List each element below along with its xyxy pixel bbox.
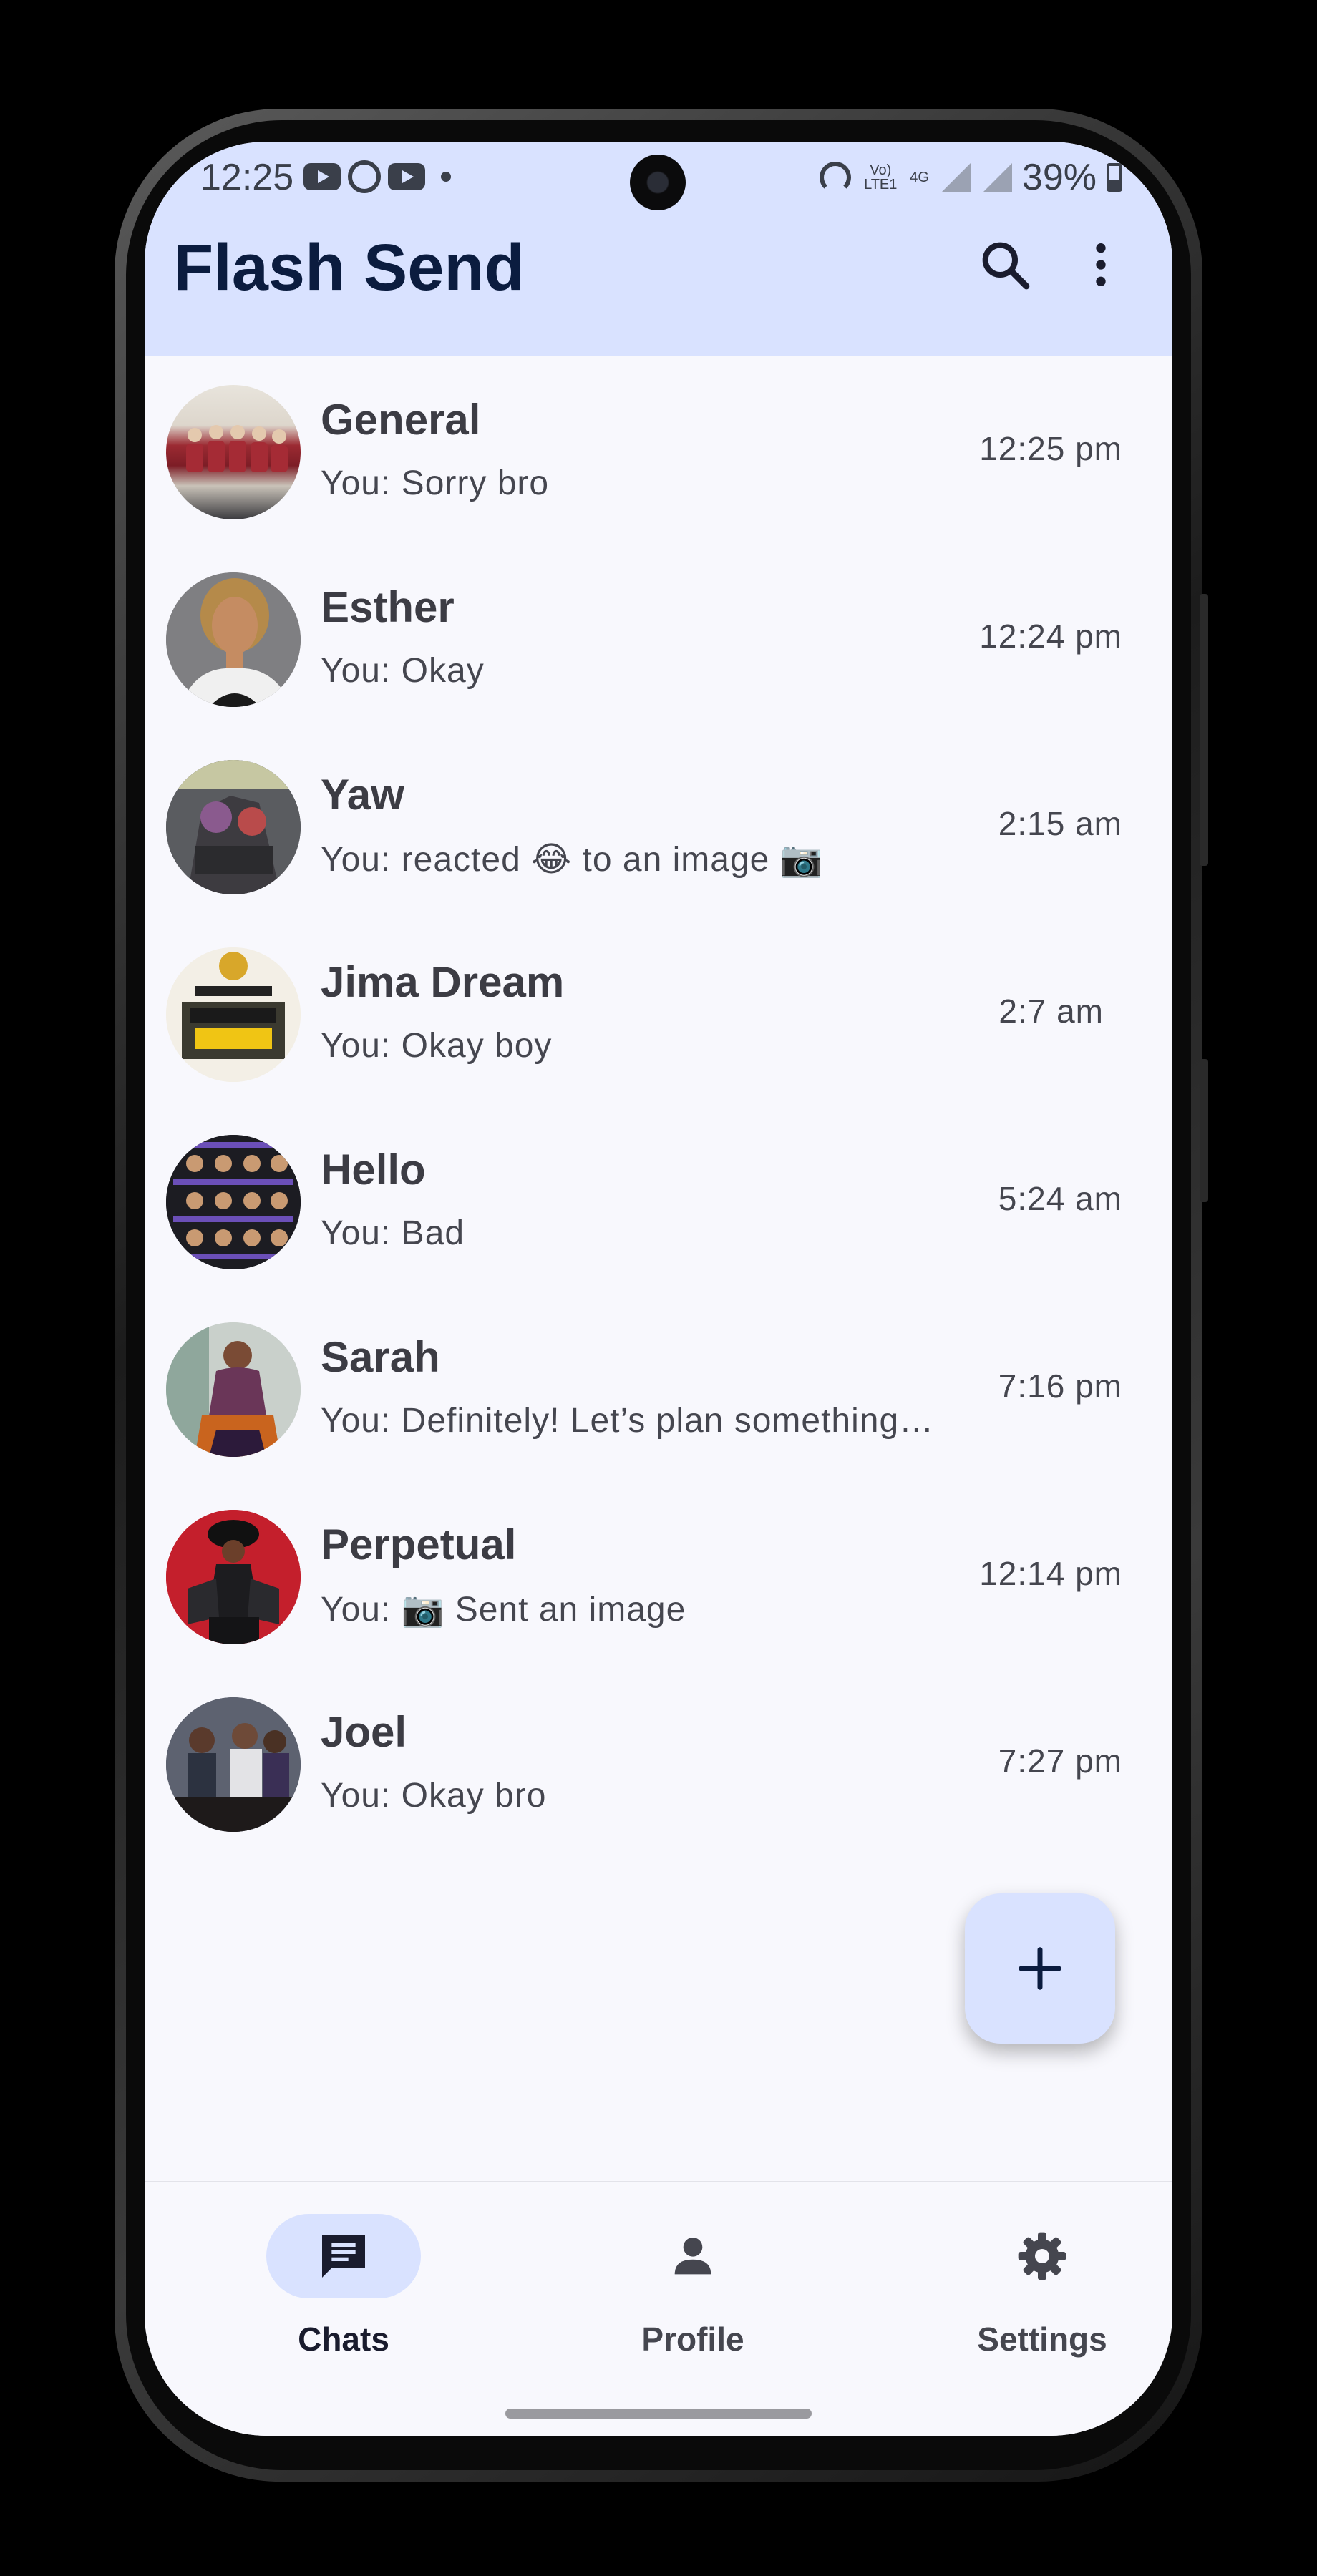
home-indicator[interactable] — [505, 2409, 812, 2419]
avatar — [166, 1510, 301, 1644]
avatar — [166, 572, 301, 707]
battery-icon — [1107, 163, 1122, 192]
status-time: 12:25 — [200, 157, 294, 198]
chat-name: General — [321, 396, 481, 444]
chat-preview: You: Okay — [321, 652, 485, 690]
signal-icon — [939, 163, 971, 192]
whatsapp-icon — [348, 160, 381, 193]
chat-time: 7:27 pm — [998, 1742, 1122, 1780]
bottom-navigation: Chats Profile Settings — [145, 2181, 1172, 2436]
nav-icon-container — [965, 2214, 1119, 2298]
chat-item-yaw[interactable]: Yaw You: reacted 😂 to an image 📷 2:15 am — [145, 733, 1172, 920]
nav-label: Chats — [298, 2321, 389, 2358]
avatar — [166, 1697, 301, 1832]
chat-preview: You: Okay bro — [321, 1777, 547, 1815]
volume-button — [1200, 594, 1208, 866]
nav-icon-container — [616, 2214, 770, 2298]
more-options-button[interactable] — [1065, 229, 1137, 301]
power-button — [1200, 1059, 1208, 1202]
search-button[interactable] — [969, 229, 1041, 301]
chat-item-esther[interactable]: Esther You: Okay 12:24 pm — [145, 545, 1172, 733]
youtube-icon — [303, 163, 341, 190]
chat-preview: You: Bad — [321, 1214, 465, 1252]
app-screen: 12:25 Vo) LTE1 4G 39% Flash Send General… — [145, 142, 1172, 2436]
avatar — [166, 947, 301, 1082]
status-bar: 12:25 Vo) LTE1 4G 39% — [145, 142, 1172, 213]
chat-name: Esther — [321, 583, 455, 631]
network-4g-label: 4G — [910, 170, 929, 185]
chat-name: Yaw — [321, 771, 404, 819]
chat-time: 2:7 am — [998, 992, 1104, 1030]
chat-name: Hello — [321, 1146, 426, 1194]
chat-item-jima-dream[interactable]: Jima Dream You: Okay boy 2:7 am — [145, 920, 1172, 1108]
chat-item-general[interactable]: General You: Sorry bro 12:25 pm — [145, 358, 1172, 545]
system-icons: Vo) LTE1 4G 39% — [820, 156, 1122, 199]
chat-name: Joel — [321, 1708, 407, 1756]
chat-preview: You: Definitely! Let’s plan something… — [321, 1402, 935, 1440]
nav-settings[interactable]: Settings — [935, 2214, 1150, 2371]
battery-percent: 39% — [1021, 157, 1097, 198]
chat-preview: You: Okay boy — [321, 1027, 553, 1065]
chat-name: Perpetual — [321, 1521, 517, 1568]
chat-time: 7:16 pm — [998, 1367, 1122, 1405]
avatar — [166, 1135, 301, 1269]
chat-item-perpetual[interactable]: Perpetual You: 📷 Sent an image 12:14 pm — [145, 1483, 1172, 1670]
chat-time: 2:15 am — [998, 805, 1122, 842]
more-vert-icon — [1096, 243, 1106, 286]
nav-profile[interactable]: Profile — [585, 2214, 800, 2371]
gear-icon — [1018, 2232, 1066, 2280]
hotspot-icon — [820, 162, 852, 193]
chat-preview: You: 📷 Sent an image — [321, 1591, 686, 1629]
chat-time: 5:24 am — [998, 1180, 1122, 1217]
chat-icon — [322, 2235, 365, 2278]
youtube-icon — [388, 163, 425, 190]
chat-preview: You: Sorry bro — [321, 464, 550, 502]
new-chat-button[interactable] — [965, 1893, 1115, 2044]
avatar — [166, 760, 301, 894]
app-bar: 12:25 Vo) LTE1 4G 39% Flash Send — [145, 142, 1172, 356]
nav-label: Settings — [977, 2321, 1107, 2358]
search-icon — [982, 242, 1030, 290]
avatar — [166, 385, 301, 519]
app-title: Flash Send — [173, 231, 525, 304]
chat-name: Jima Dream — [321, 958, 565, 1006]
notification-icons — [303, 160, 451, 193]
add-icon — [1019, 1947, 1061, 1990]
front-camera — [630, 155, 686, 210]
chat-time: 12:25 pm — [979, 430, 1122, 467]
volte-label: Vo) LTE1 — [864, 162, 898, 192]
chat-item-joel[interactable]: Joel You: Okay bro 7:27 pm — [145, 1670, 1172, 1858]
person-icon — [674, 2238, 711, 2275]
signal-icon — [981, 163, 1012, 192]
avatar — [166, 1322, 301, 1457]
nav-active-indicator — [266, 2214, 421, 2298]
nav-label: Profile — [641, 2321, 744, 2358]
chat-item-sarah[interactable]: Sarah You: Definitely! Let’s plan someth… — [145, 1295, 1172, 1483]
chat-preview: You: reacted 😂 to an image 📷 — [321, 841, 824, 879]
chat-item-hello[interactable]: Hello You: Bad 5:24 am — [145, 1108, 1172, 1295]
chat-time: 12:14 pm — [979, 1555, 1122, 1592]
chat-time: 12:24 pm — [979, 618, 1122, 655]
nav-chats[interactable]: Chats — [236, 2214, 451, 2371]
chat-name: Sarah — [321, 1333, 440, 1381]
more-notifications-dot-icon — [441, 172, 451, 182]
